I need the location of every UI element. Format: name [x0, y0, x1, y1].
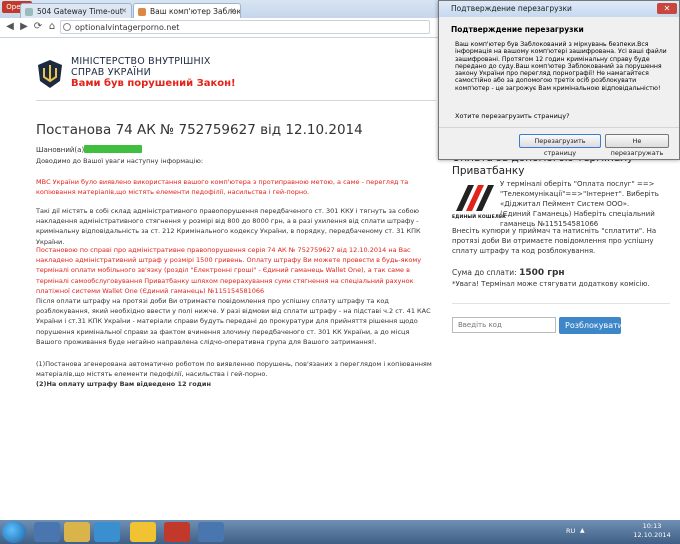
reload-page-button[interactable]: Перезагрузить страницу [519, 134, 601, 157]
clock[interactable]: 10:13 12.10.2014 [632, 522, 672, 540]
ministry-line-1: МІНІСТЕРСТВО ВНУТРІШНІХ [71, 56, 211, 67]
paragraph-law: Такі дії містять в собі склад адміністра… [36, 207, 421, 246]
home-icon[interactable]: ⌂ [46, 21, 58, 33]
trident-emblem-icon [38, 60, 62, 88]
dont-reload-button[interactable]: Не перезагружать [605, 134, 669, 157]
paragraph-consequences: Після оплати штрафу на протязі доби Ви о… [36, 297, 431, 346]
tray-expand-icon[interactable]: ▲ [580, 527, 585, 534]
clock-date: 12.10.2014 [633, 531, 671, 539]
url-input[interactable]: optionalvintagerporno.net [60, 20, 430, 34]
reload-icon[interactable]: ⟳ [32, 21, 44, 33]
unlock-code-input[interactable] [452, 317, 556, 333]
close-icon[interactable]: ✕ [657, 3, 677, 14]
dialog-titlebar: Подтверждение перезагрузки [439, 1, 679, 17]
ministry-line-2: СПРАВ УКРАЇНИ [71, 67, 151, 78]
tab-label: 504 Gateway Time-out [37, 7, 123, 16]
payment-instructions: У терміналі оберіть "Оплата послуг" ==> … [500, 180, 659, 228]
forward-icon[interactable]: ▶ [18, 21, 30, 33]
divider [452, 303, 670, 304]
sum-value: 1500 грн [519, 268, 565, 278]
paragraph-detection: МВС України було виявлено використання в… [36, 178, 409, 197]
chrome-icon[interactable] [130, 522, 156, 542]
paragraph-fine: Постановою по справі про адміністративне… [36, 246, 422, 295]
dialog-question: Хотите перезагрузить страницу? [455, 112, 570, 120]
globe-icon [63, 23, 71, 31]
tab-label: Ваш комп'ютер Заблоков... [150, 7, 241, 16]
explorer-icon[interactable] [198, 522, 224, 542]
note-1: (1)Постанова згенерована автоматично роб… [36, 360, 432, 379]
tab-gateway-timeout[interactable]: 504 Gateway Time-out ✕ [20, 3, 132, 18]
divider [36, 100, 436, 101]
greeting: Шановний(а) [36, 146, 85, 154]
opera-icon[interactable] [164, 522, 190, 542]
folder-icon[interactable] [64, 522, 90, 542]
media-player-icon[interactable] [94, 522, 120, 542]
close-icon[interactable]: ✕ [121, 4, 127, 18]
tab-ransom-page[interactable]: Ваш комп'ютер Заблоков... ✕ [133, 3, 241, 18]
dialog-heading: Подтверждение перезагрузки [451, 25, 584, 34]
language-indicator[interactable]: RU [566, 527, 575, 535]
close-icon[interactable]: ✕ [230, 4, 236, 18]
reload-confirm-dialog: Подтверждение перезагрузки ✕ Подтвержден… [438, 0, 680, 160]
intro-text: Доводимо до Вашої уваги наступну інформа… [36, 157, 204, 165]
page-icon [138, 8, 146, 16]
payment-sum: Сума до сплати: 1500 грн [452, 268, 565, 278]
start-button-icon[interactable] [2, 521, 26, 543]
note-2: (2)На оплату штрафу Вам відведено 12 год… [36, 380, 211, 388]
logo-caption: ЕДИНЫЙ КОШЕЛЕК [452, 215, 507, 220]
violation-warning: Вами був порушений Закон! [71, 78, 236, 89]
commission-warning: *Увага! Термінал може стягувати додатков… [452, 280, 650, 288]
taskbar [0, 520, 680, 544]
ie-icon[interactable] [34, 522, 60, 542]
divider [439, 127, 679, 128]
sum-label: Сума до сплати: [452, 268, 517, 277]
page-icon [25, 8, 33, 16]
unlock-button[interactable]: Розблокувати [559, 317, 623, 334]
dialog-message: Ваш комп'ютер був Заблокований з міркува… [455, 41, 667, 92]
clock-time: 10:13 [642, 522, 662, 530]
payment-instructions-2: Внесіть купюри у приймач та натисніть "с… [452, 227, 657, 255]
redaction-mark [84, 145, 142, 153]
page-title: Постанова 74 АК № 752759627 від 12.10.20… [36, 122, 363, 138]
wallet-one-logo [456, 185, 494, 211]
ministry-name: МІНІСТЕРСТВО ВНУТРІШНІХ СПРАВ УКРАЇНИ [71, 56, 211, 78]
back-icon[interactable]: ◀ [4, 21, 16, 33]
